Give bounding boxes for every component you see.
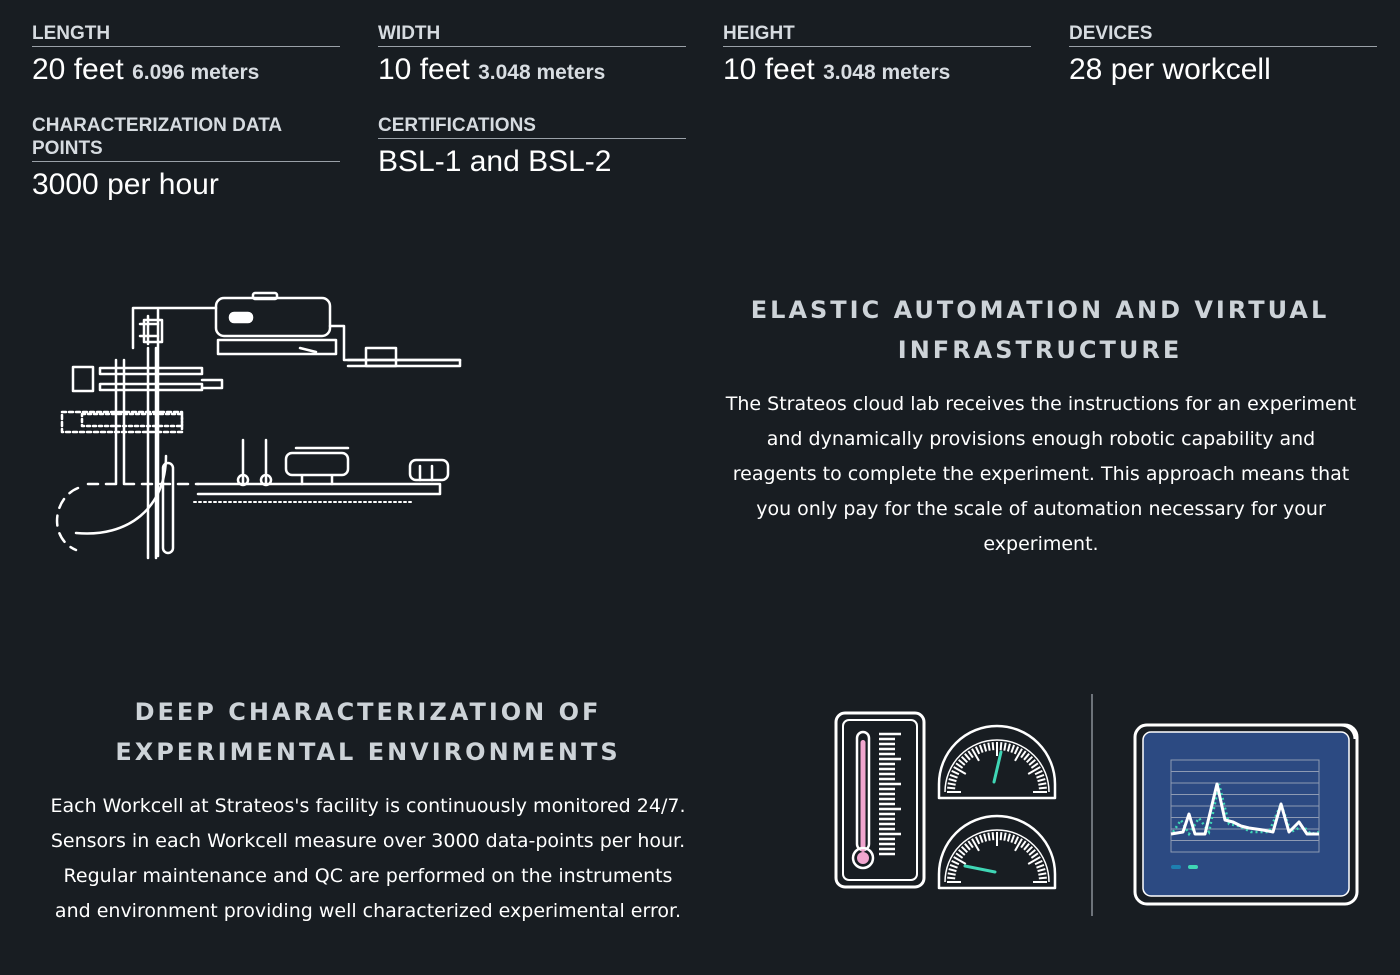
deep-heading: DEEP CHARACTERIZATION OF EXPERIMENTAL EN… <box>115 698 621 766</box>
elastic-heading: ELASTIC AUTOMATION AND VIRTUAL INFRASTRU… <box>750 296 1330 364</box>
spec-length-value: 20 feet <box>32 53 124 86</box>
monitor-chart-icon <box>1133 723 1359 906</box>
spec-devices: DEVICES 28 per workcell <box>1069 22 1377 89</box>
spec-length-sub: 6.096 meters <box>132 61 260 84</box>
spec-length: LENGTH 20 feet 6.096 meters <box>32 22 340 92</box>
gauge-icon <box>937 814 1057 890</box>
spec-length-value-row: 20 feet 6.096 meters <box>32 51 340 92</box>
spec-certifications-value: BSL-1 and BSL-2 <box>378 145 612 178</box>
spec-length-label: LENGTH <box>32 22 340 47</box>
robotic-arm-illustration <box>55 291 462 560</box>
spec-width: WIDTH 10 feet 3.048 meters <box>378 22 686 92</box>
thermometer-icon <box>834 711 926 889</box>
spec-height-label: HEIGHT <box>723 22 1031 47</box>
spec-certifications: CERTIFICATIONS BSL-1 and BSL-2 <box>378 114 686 181</box>
spec-certifications-label: CERTIFICATIONS <box>378 114 686 139</box>
spec-height: HEIGHT 10 feet 3.048 meters <box>723 22 1031 92</box>
spec-width-value-row: 10 feet 3.048 meters <box>378 51 686 92</box>
spec-width-value: 10 feet <box>378 53 470 86</box>
spec-characterization: CHARACTERIZATION DATA POINTS 3000 per ho… <box>32 114 340 204</box>
spec-characterization-label: CHARACTERIZATION DATA POINTS <box>32 114 340 162</box>
spec-height-value-row: 10 feet 3.048 meters <box>723 51 1031 92</box>
deep-body: Each Workcell at Strateos's facility is … <box>50 795 686 922</box>
elastic-body: The Strateos cloud lab receives the inst… <box>725 393 1357 555</box>
spec-characterization-value: 3000 per hour <box>32 168 219 201</box>
gauge-icon <box>937 724 1057 800</box>
section-divider <box>1091 694 1093 916</box>
spec-devices-label: DEVICES <box>1069 22 1377 47</box>
spec-width-sub: 3.048 meters <box>478 61 606 84</box>
spec-height-value: 10 feet <box>723 53 815 86</box>
spec-devices-value: 28 per workcell <box>1069 53 1271 86</box>
spec-height-sub: 3.048 meters <box>823 61 951 84</box>
spec-width-label: WIDTH <box>378 22 686 47</box>
